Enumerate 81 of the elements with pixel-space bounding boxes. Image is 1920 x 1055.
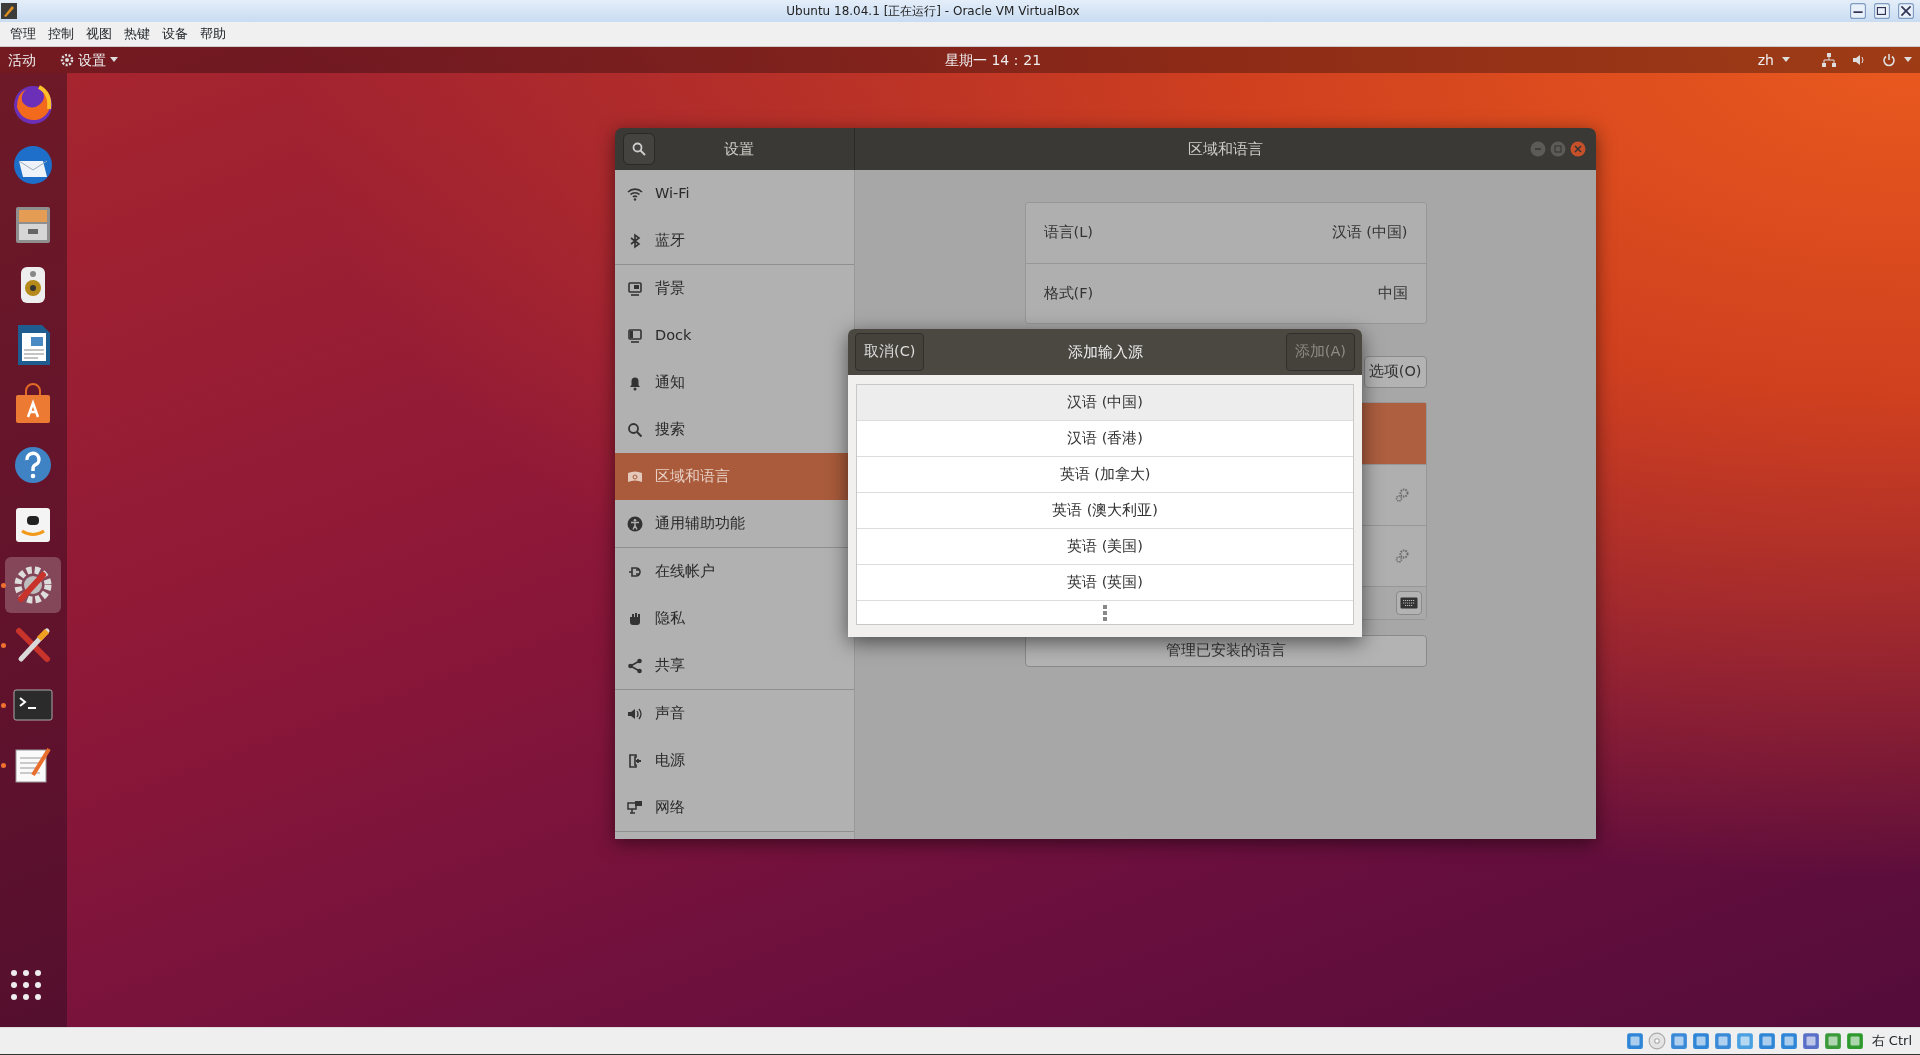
sidebar-item[interactable]: 通用辅助功能 xyxy=(615,500,854,547)
sidebar-item[interactable]: 声音 xyxy=(615,690,854,737)
sidebar-item[interactable]: 蓝牙 xyxy=(615,217,854,264)
minimize-icon[interactable] xyxy=(1848,3,1868,19)
running-indicator xyxy=(1,583,6,588)
list-item[interactable]: 英语 (美国) xyxy=(857,529,1353,565)
list-item[interactable]: 汉语 (中国) xyxy=(857,385,1353,421)
list-item[interactable]: 英语 (加拿大) xyxy=(857,457,1353,493)
menu-item[interactable]: 管理 xyxy=(4,24,42,44)
running-indicator xyxy=(1,643,6,648)
sidebar-item[interactable]: 在线帐户 xyxy=(615,548,854,595)
battery-plug-icon xyxy=(627,752,643,769)
app-menu[interactable]: 设置 xyxy=(60,49,118,71)
running-indicator xyxy=(1,703,6,708)
search-button[interactable] xyxy=(623,133,655,165)
dialog-title: 添加输入源 xyxy=(1067,341,1143,363)
accessibility-icon xyxy=(627,515,643,532)
display-icon[interactable] xyxy=(1757,1032,1776,1050)
usb-icon[interactable] xyxy=(1713,1032,1732,1050)
wifi-icon xyxy=(627,185,643,202)
running-indicator xyxy=(1,763,6,768)
sidebar-item[interactable]: 共享 xyxy=(615,642,854,689)
settings-row[interactable]: 格式(F) 中国 xyxy=(1025,263,1426,323)
sidebar-item[interactable]: Wi-Fi xyxy=(615,170,854,217)
menu-item[interactable]: 控制 xyxy=(42,24,80,44)
network-icon[interactable] xyxy=(1822,53,1836,67)
settings-row[interactable]: 语言(L) 汉语 (中国) xyxy=(1025,203,1426,263)
sidebar-item[interactable]: 搜索 xyxy=(615,406,854,453)
host-key-label: 右 Ctrl xyxy=(1871,1032,1912,1051)
sidebar-item[interactable]: 电源 xyxy=(615,737,854,784)
keyboard-icon xyxy=(1399,597,1418,609)
download-icon[interactable] xyxy=(1845,1032,1864,1050)
sidebar-item[interactable]: 通知 xyxy=(615,359,854,406)
row-label: 语言(L) xyxy=(1043,223,1093,243)
keyboard-button[interactable] xyxy=(1395,591,1422,615)
sidebar-title: 设置 xyxy=(722,138,755,160)
volume-icon[interactable] xyxy=(1852,53,1866,67)
restore-icon[interactable] xyxy=(1872,3,1892,19)
audio-icon[interactable] xyxy=(1669,1032,1688,1050)
share-icon xyxy=(627,657,643,674)
search-icon xyxy=(627,421,643,438)
menu-item[interactable]: 设备 xyxy=(156,24,194,44)
search-icon xyxy=(632,142,646,156)
row-value: 汉语 (中国) xyxy=(1331,223,1408,243)
screens-icon[interactable] xyxy=(1779,1032,1798,1050)
sidebar-item[interactable]: 隐私 xyxy=(615,595,854,642)
input-method-menu[interactable]: zh xyxy=(1757,49,1790,71)
monitor-icon xyxy=(627,327,643,344)
hand-icon xyxy=(627,610,643,627)
close-icon[interactable] xyxy=(1896,3,1916,19)
list-item[interactable]: 汉语 (香港) xyxy=(857,421,1353,457)
more-icon[interactable] xyxy=(1103,604,1107,621)
window-title: 区域和语言 xyxy=(1188,138,1263,160)
network-icon[interactable] xyxy=(1691,1032,1710,1050)
sidebar-item[interactable]: 背景 xyxy=(615,265,854,312)
sidebar-item[interactable]: 网络 xyxy=(615,784,854,831)
row-label: 格式(F) xyxy=(1043,283,1094,303)
cancel-button[interactable]: 取消(C) xyxy=(855,333,925,371)
window-title: Ubuntu 18.04.1 [正在运行] - Oracle VM VirtualBox xyxy=(786,3,1080,20)
clock[interactable]: 星期一 14：21 xyxy=(945,49,1042,71)
list-item[interactable]: 英语 (英国) xyxy=(857,565,1353,601)
row-value: 中国 xyxy=(1377,283,1408,303)
list-item[interactable]: 英语 (澳大利亚) xyxy=(857,493,1353,529)
options-button[interactable]: 选项(O) xyxy=(1363,356,1427,388)
menu-item[interactable]: 热键 xyxy=(118,24,156,44)
manage-languages-button[interactable]: 管理已安装的语言 xyxy=(1024,635,1427,667)
network-icon xyxy=(627,799,643,816)
activities-button[interactable]: 活动 xyxy=(8,49,36,71)
chip-icon[interactable] xyxy=(1801,1032,1820,1050)
caret-icon xyxy=(1904,57,1912,63)
caret-icon xyxy=(1782,57,1790,63)
system-menu[interactable] xyxy=(1882,53,1912,67)
power-icon xyxy=(1882,53,1896,67)
menu-item[interactable]: 帮助 xyxy=(194,24,232,44)
sidebar-item[interactable]: Dock xyxy=(615,312,854,359)
gear-icon xyxy=(60,53,74,67)
caret-icon xyxy=(110,57,118,63)
monitor-icon xyxy=(627,280,643,297)
menu-item[interactable]: 视图 xyxy=(80,24,118,44)
vm-logo-icon xyxy=(0,2,18,20)
app-grid-icon[interactable] xyxy=(8,967,44,1003)
